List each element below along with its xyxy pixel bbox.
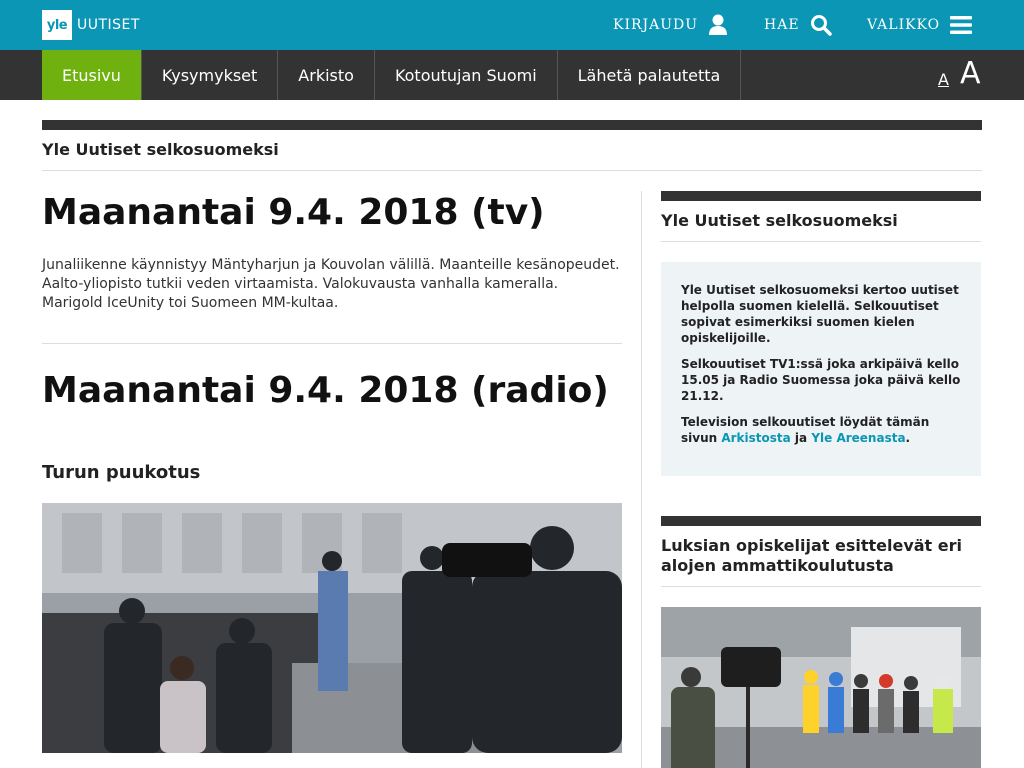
info-paragraph: Selkouutiset TV1:ssä joka arkipäivä kell… xyxy=(681,357,961,403)
menu-label: VALIKKO xyxy=(867,17,941,33)
font-size-large-button[interactable]: A xyxy=(960,56,981,96)
login-button[interactable]: KIRJAUDU xyxy=(613,11,728,39)
search-label: HAE xyxy=(764,17,800,33)
font-size-small-button[interactable]: A xyxy=(938,70,949,110)
info-text: . xyxy=(905,431,911,445)
sidebar-story-title[interactable]: Luksian opiskelijat esittelevät eri aloj… xyxy=(661,536,981,576)
logo-text: UUTISET xyxy=(77,17,140,33)
login-label: KIRJAUDU xyxy=(613,17,699,33)
tv-headline[interactable]: Maanantai 9.4. 2018 (tv) xyxy=(42,190,622,236)
tab-arkisto[interactable]: Arkisto xyxy=(278,50,375,100)
nav-tabs: Etusivu Kysymykset Arkisto Kotoutujan Su… xyxy=(42,50,742,100)
sidebar-divider xyxy=(661,241,981,242)
yle-uutiset-logo[interactable]: yle UUTISET xyxy=(42,10,140,40)
search-button[interactable]: HAE xyxy=(764,11,832,39)
sidebar-story-photo[interactable] xyxy=(661,607,981,768)
tab-etusivu[interactable]: Etusivu xyxy=(42,50,142,100)
column-separator xyxy=(641,191,642,768)
story-title[interactable]: Turun puukotus xyxy=(42,462,622,483)
hamburger-icon xyxy=(950,15,973,35)
info-box: Yle Uutiset selkosuomeksi kertoo uutiset… xyxy=(661,262,981,476)
story-photo[interactable] xyxy=(42,503,622,753)
sidebar-bar xyxy=(661,191,981,201)
info-paragraph: Yle Uutiset selkosuomeksi kertoo uutiset… xyxy=(681,283,959,345)
tab-kysymykset[interactable]: Kysymykset xyxy=(142,50,279,100)
article-divider xyxy=(42,343,622,344)
tab-kotoutujan-suomi[interactable]: Kotoutujan Suomi xyxy=(375,50,558,100)
top-bar: yle UUTISET KIRJAUDU HAE VALIKKO xyxy=(0,0,1024,50)
user-icon xyxy=(708,14,728,36)
nav-bar: Etusivu Kysymykset Arkisto Kotoutujan Su… xyxy=(0,50,1024,100)
main-column: Maanantai 9.4. 2018 (tv) Junaliikenne kä… xyxy=(42,190,622,753)
sidebar-bar xyxy=(661,516,981,526)
section-bar xyxy=(42,120,982,130)
areena-link[interactable]: Yle Areenasta xyxy=(811,431,905,445)
sidebar-title[interactable]: Yle Uutiset selkosuomeksi xyxy=(661,211,981,231)
sidebar-divider xyxy=(661,586,981,587)
yle-logo-mark: yle xyxy=(42,10,72,40)
section-title[interactable]: Yle Uutiset selkosuomeksi xyxy=(42,140,279,159)
sidebar-story: Luksian opiskelijat esittelevät eri aloj… xyxy=(661,516,981,768)
info-text: ja xyxy=(790,431,812,445)
menu-button[interactable]: VALIKKO xyxy=(867,11,973,39)
info-paragraph: Television selkouutiset löydät tämän siv… xyxy=(681,414,961,446)
tv-summary: Junaliikenne käynnistyy Mäntyharjun ja K… xyxy=(42,257,620,311)
section-divider xyxy=(42,170,982,171)
sidebar: Yle Uutiset selkosuomeksi Yle Uutiset se… xyxy=(661,191,981,768)
tab-laheta-palautetta[interactable]: Lähetä palautetta xyxy=(558,50,742,100)
search-icon xyxy=(810,14,832,36)
arkisto-link[interactable]: Arkistosta xyxy=(721,431,790,445)
radio-headline[interactable]: Maanantai 9.4. 2018 (radio) xyxy=(42,368,622,414)
